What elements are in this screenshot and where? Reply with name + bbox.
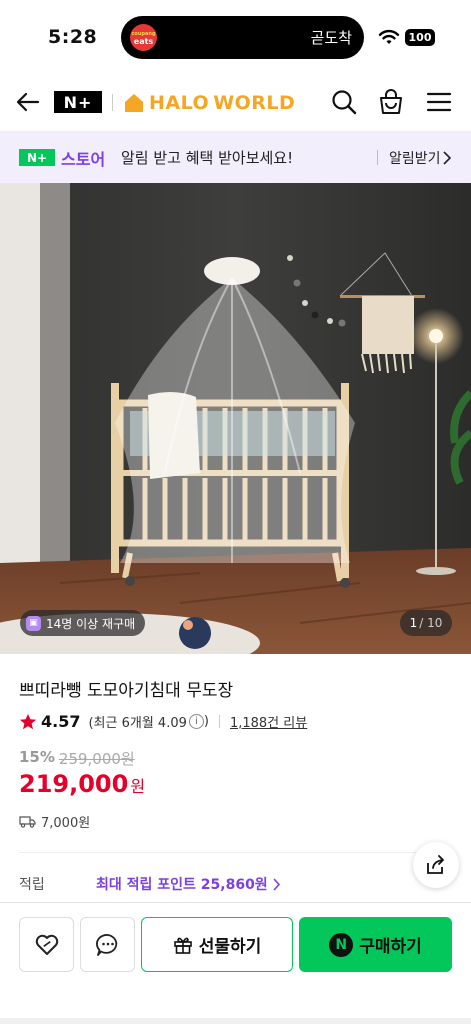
section-divider (19, 852, 416, 853)
max-points-link[interactable]: 최대 적립 포인트 25,860원 (96, 874, 281, 894)
inquiry-button[interactable] (80, 917, 135, 972)
discount-percent: 15% (19, 748, 55, 766)
buy-button[interactable]: N 구매하기 (299, 917, 452, 972)
coupang-eats-brand: eats (133, 36, 154, 46)
rebuy-badge: ▣ 14명 이상 재구매 (20, 610, 146, 636)
page-current: 1 (409, 616, 418, 630)
bottom-action-bar: 선물하기 N 구매하기 (0, 902, 471, 1024)
wishlist-button[interactable] (19, 917, 74, 972)
top-navbar: N+ HALO WORLD (0, 72, 471, 132)
sale-price: 219,000 원 (19, 770, 145, 798)
rating-row: 4.57 (최근 6개월 4.09 i ) 1,188건 리뷰 (19, 712, 307, 731)
status-time: 5:28 (48, 26, 98, 48)
shopping-bag-icon[interactable] (377, 88, 405, 116)
nplus-badge-text: N+ (19, 149, 55, 166)
discount-row: 15% 259,000원 (19, 748, 135, 769)
home-indicator-area (0, 1018, 471, 1024)
battery-indicator: 100 (405, 29, 435, 46)
nav-divider (112, 94, 113, 111)
product-image[interactable] (0, 183, 471, 654)
rebuy-text: 14명 이상 재구매 (46, 616, 136, 631)
banner-divider (377, 150, 378, 165)
rating-divider (218, 715, 220, 728)
shipping-fee: 7,000원 (41, 816, 91, 831)
price-amount: 219,000 (19, 770, 129, 798)
menu-icon[interactable] (425, 88, 453, 116)
reviews-link[interactable]: 1,188건 리뷰 (230, 712, 307, 731)
recent-rating-close: ) (203, 714, 209, 729)
recent-rating: (최근 6개월 4.09 (88, 716, 187, 731)
heart-icon (35, 934, 58, 955)
logo-world-text: WORLD (213, 92, 296, 114)
star-icon (19, 713, 37, 729)
nplus-store-badge: N+ (19, 149, 55, 166)
price-currency: 원 (130, 777, 146, 796)
house-icon (125, 94, 143, 112)
wifi-icon (378, 29, 400, 44)
chevron-right-icon (273, 877, 280, 891)
truck-icon (19, 816, 36, 828)
original-price: 259,000원 (58, 750, 135, 768)
store-alert-banner[interactable]: N+ 스토어 알림 받고 혜택 받아보세요! 알림받기 (0, 132, 471, 183)
product-title: 쁘띠라뺑 도모아기침대 무도장 (19, 681, 234, 701)
gift-button[interactable]: 선물하기 (141, 917, 293, 972)
back-arrow-icon[interactable] (14, 88, 42, 116)
coupang-eats-icon: coupang eats (130, 24, 157, 51)
naver-n-icon: N (329, 932, 354, 957)
buy-label: 구매하기 (359, 937, 422, 957)
shopping-bag-icon: ▣ (26, 615, 41, 631)
shipping-row: 7,000원 (19, 812, 90, 831)
chat-bubble-icon (95, 933, 117, 956)
info-icon[interactable]: i (188, 714, 204, 729)
page-total: / 10 (419, 616, 443, 630)
chevron-right-icon (443, 151, 452, 165)
share-button[interactable] (413, 842, 459, 888)
crib-illustration (0, 183, 471, 654)
status-bar: 5:28 coupang eats 곧도착 100 (0, 0, 471, 72)
rating-score: 4.57 (41, 712, 81, 731)
halo-world-logo[interactable]: HALO WORLD (123, 90, 295, 116)
logo-halo-text: HALO (149, 92, 210, 114)
share-icon (427, 855, 444, 874)
dynamic-island[interactable]: coupang eats 곧도착 (121, 16, 364, 59)
search-icon[interactable] (330, 88, 358, 116)
subscribe-alert-button[interactable]: 알림받기 (389, 148, 441, 168)
gift-icon (173, 937, 192, 954)
nplus-logo[interactable]: N+ (54, 91, 102, 113)
max-points-text: 최대 적립 포인트 25,860원 (96, 877, 268, 893)
store-label: 스토어 (61, 150, 106, 169)
gift-label: 선물하기 (198, 937, 262, 957)
points-label: 적립 (19, 877, 45, 893)
delivery-status: 곧도착 (310, 29, 352, 47)
image-page-indicator: 1 / 10 (400, 610, 452, 636)
alert-message: 알림 받고 혜택 받아보세요! (121, 149, 294, 167)
